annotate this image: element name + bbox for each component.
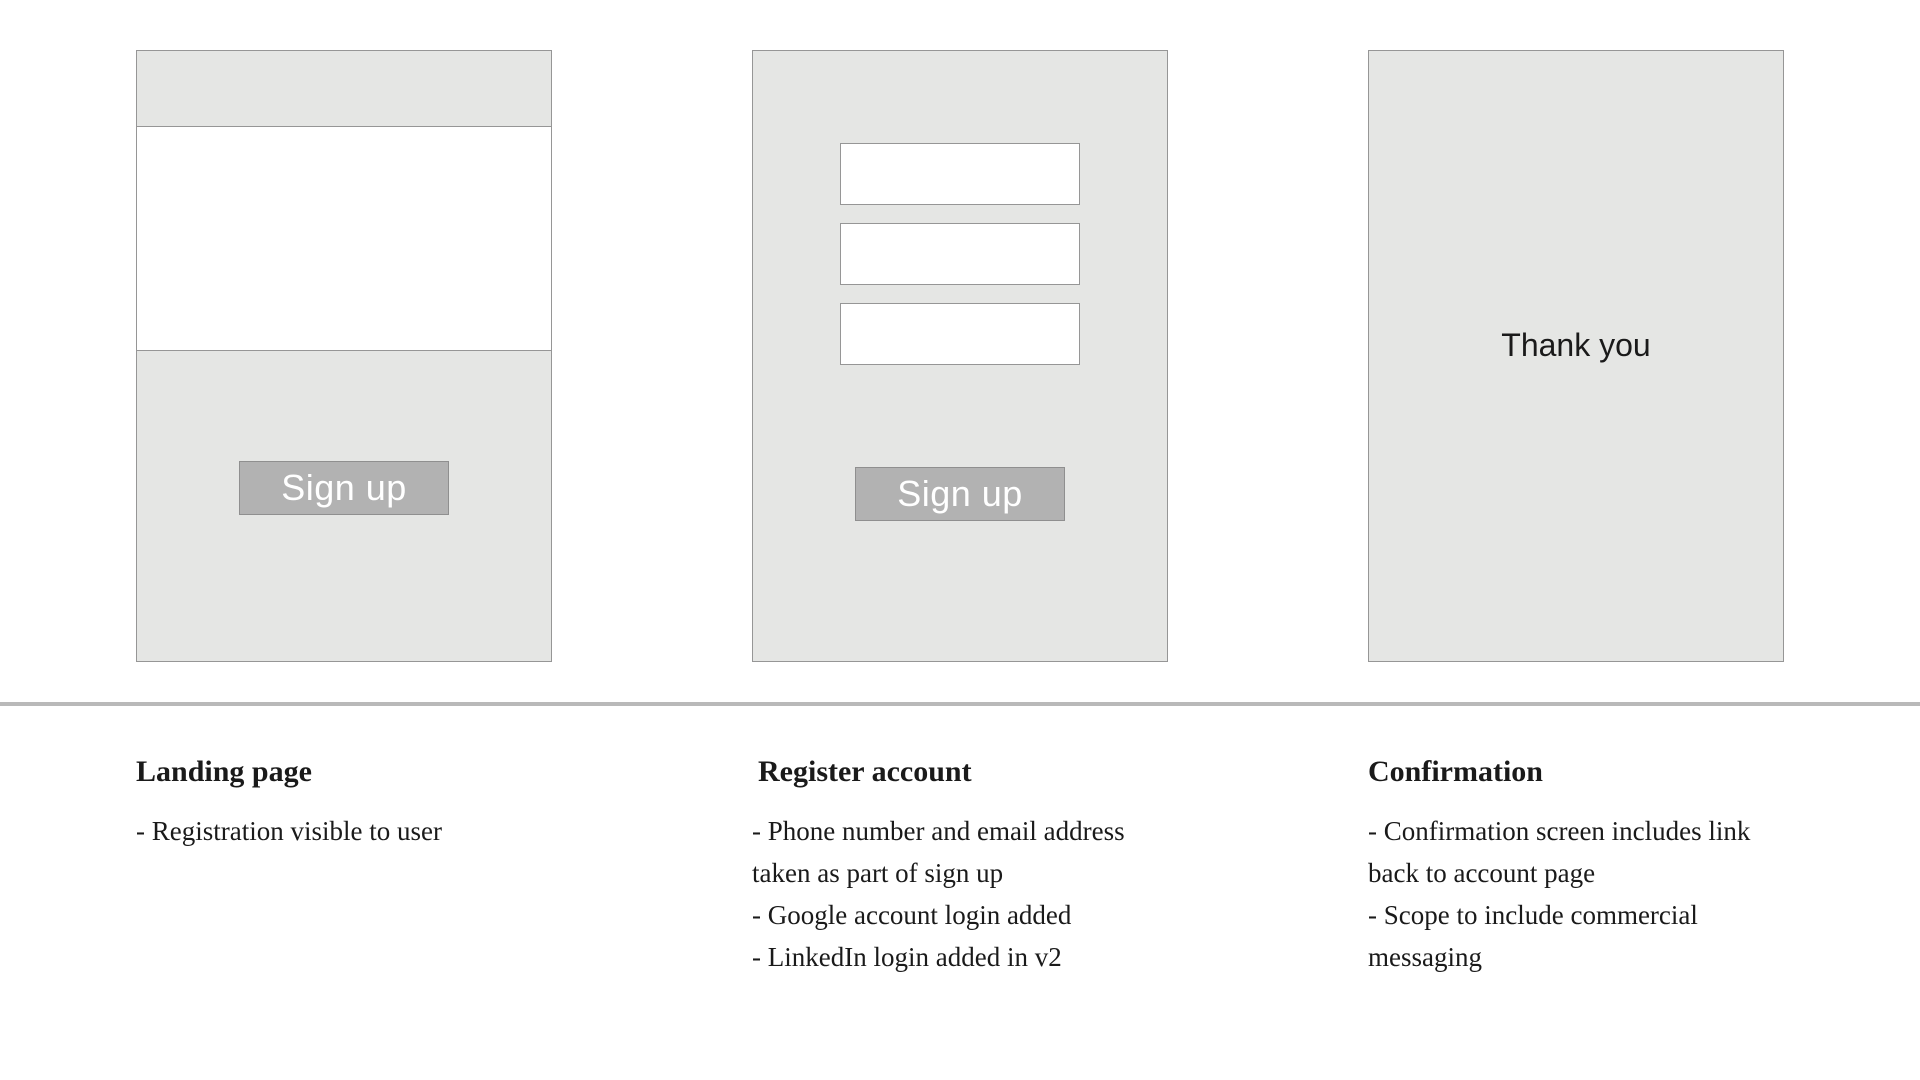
caption-item: LinkedIn login added in v2 (752, 937, 1168, 979)
signup-button[interactable]: Sign up (239, 461, 449, 515)
confirmation-body: Thank you (1369, 51, 1783, 661)
register-field-3[interactable] (840, 303, 1080, 365)
caption-title: Landing page (136, 755, 552, 789)
captions-row: Landing page Registration visible to use… (0, 755, 1920, 978)
horizontal-divider (0, 702, 1920, 706)
register-form: Sign up (753, 51, 1167, 661)
caption-list: Registration visible to user (136, 811, 552, 853)
caption-item: Confirmation screen includes link back t… (1368, 811, 1784, 895)
caption-list: Confirmation screen includes link back t… (1368, 811, 1784, 978)
caption-register: Register account Phone number and email … (752, 755, 1168, 978)
screen-register: Sign up (752, 50, 1168, 662)
caption-title: Confirmation (1368, 755, 1784, 789)
caption-list: Phone number and email address taken as … (752, 811, 1168, 978)
screen-confirmation: Thank you (1368, 50, 1784, 662)
wireframes-area: Sign up Sign up Thank you (0, 0, 1920, 702)
register-field-1[interactable] (840, 143, 1080, 205)
landing-body: Sign up (137, 351, 551, 661)
caption-item: Scope to include commercial messaging (1368, 895, 1784, 979)
signup-button[interactable]: Sign up (855, 467, 1065, 521)
caption-title: Register account (758, 755, 1168, 789)
caption-item: Google account login added (752, 895, 1168, 937)
caption-confirmation: Confirmation Confirmation screen include… (1368, 755, 1784, 978)
screens-row: Sign up Sign up Thank you (0, 50, 1920, 662)
caption-landing: Landing page Registration visible to use… (136, 755, 552, 978)
register-field-2[interactable] (840, 223, 1080, 285)
confirmation-message: Thank you (1501, 327, 1650, 364)
screen-landing: Sign up (136, 50, 552, 662)
landing-hero-block (137, 127, 551, 351)
caption-item: Phone number and email address taken as … (752, 811, 1168, 895)
caption-item: Registration visible to user (136, 811, 552, 853)
landing-header-bar (137, 51, 551, 127)
